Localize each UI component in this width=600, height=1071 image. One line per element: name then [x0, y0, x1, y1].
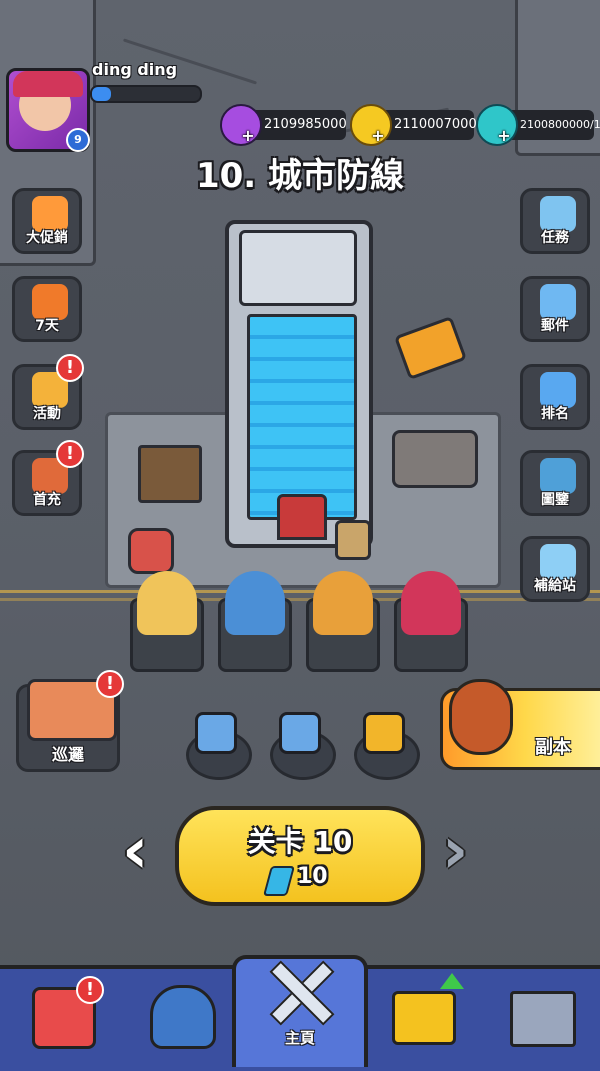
- barrel-icon: [335, 520, 371, 560]
- dungeon-hero-icon: [449, 679, 513, 755]
- defense-tower[interactable]: [225, 220, 373, 548]
- next-stage-arrow[interactable]: ›: [442, 819, 480, 883]
- patrol-label: 巡邏: [51, 745, 84, 764]
- helmet-icon: [150, 985, 216, 1049]
- gem-counter[interactable]: + 2109985000: [220, 104, 347, 146]
- upgrade-arrow-icon: [440, 973, 464, 989]
- avatar-hair: [13, 71, 83, 97]
- nav-home-label: 主頁: [284, 1029, 315, 1047]
- quest-label: 任務: [541, 230, 569, 246]
- event-label: 活動: [33, 406, 61, 422]
- energy-amount: 2100800000/100: [520, 118, 600, 131]
- blue-chest-icon[interactable]: [279, 712, 321, 754]
- hero-slot[interactable]: [394, 571, 468, 672]
- add-coins-icon[interactable]: +: [370, 128, 386, 144]
- patrol-alert-badge: !: [96, 670, 124, 698]
- dungeon-button[interactable]: 副本: [440, 679, 600, 770]
- dungeon-label: 副本: [535, 737, 571, 758]
- ranking-button[interactable]: 排名: [520, 364, 590, 430]
- player-name: ding ding: [92, 60, 178, 79]
- hero-robot: [225, 571, 285, 635]
- add-gems-icon[interactable]: +: [240, 128, 256, 144]
- tower-glass: [247, 314, 357, 520]
- stop-sign-icon: [128, 528, 174, 574]
- hero-slot[interactable]: [218, 571, 292, 672]
- mail-label: 郵件: [541, 318, 569, 334]
- start-stage-button[interactable]: 关卡 10 10: [175, 806, 425, 906]
- hero-engineer: [313, 571, 373, 635]
- xp-bar: [90, 85, 202, 103]
- seven-day-button[interactable]: 7天: [12, 276, 82, 342]
- road-line: [0, 598, 600, 601]
- rubble-pile: [392, 430, 478, 488]
- gold-chest-icon[interactable]: [363, 712, 405, 754]
- nav-castle-tab[interactable]: [480, 969, 600, 1071]
- castle-icon: [510, 991, 576, 1047]
- coin-amount: 2110007000: [394, 117, 477, 132]
- codex-button[interactable]: 圖鑒: [520, 450, 590, 516]
- ranking-label: 排名: [541, 406, 569, 422]
- hero-red-hair: [401, 571, 461, 635]
- sale-button[interactable]: 大促銷: [12, 188, 82, 254]
- stage-energy-cost: 10: [297, 864, 328, 889]
- wooden-crate: [138, 445, 202, 503]
- nav-home-tab[interactable]: 主頁: [240, 955, 360, 1057]
- event-alert-badge: !: [56, 354, 84, 382]
- previous-stage-arrow[interactable]: ‹: [122, 819, 160, 883]
- first-recharge-alert-badge: !: [56, 440, 84, 468]
- energy-counter[interactable]: + 2100800000/100: [476, 104, 600, 146]
- blue-chest-icon[interactable]: [195, 712, 237, 754]
- hero-slot[interactable]: [130, 571, 204, 672]
- coin-counter[interactable]: + 2110007000: [350, 104, 477, 146]
- first-recharge-label: 首充: [33, 492, 61, 508]
- stage-button-title: 关卡 10: [247, 825, 353, 858]
- nav-ranking-tab[interactable]: [360, 969, 480, 1071]
- stage-title: 10. 城市防線: [195, 156, 405, 196]
- tower-door: [277, 494, 327, 540]
- hero-goggles: [137, 571, 197, 635]
- supply-station-button[interactable]: 補給站: [520, 536, 590, 602]
- crown-icon: [392, 991, 456, 1045]
- hero-slot[interactable]: [306, 571, 380, 672]
- nav-gear-tab[interactable]: [120, 969, 240, 1071]
- add-energy-icon[interactable]: +: [496, 128, 512, 144]
- energy-bolt-icon: [262, 866, 296, 896]
- shop-alert-badge: !: [76, 976, 104, 1004]
- quest-button[interactable]: 任務: [520, 188, 590, 254]
- tower-top: [239, 230, 357, 306]
- crossed-swords-icon: [262, 955, 338, 1026]
- gem-amount: 2109985000: [264, 117, 347, 132]
- supply-station-label: 補給站: [534, 578, 576, 594]
- xp-bar-fill: [92, 87, 112, 101]
- seven-day-label: 7天: [35, 318, 59, 334]
- sale-label: 大促銷: [26, 230, 68, 246]
- road-line: [0, 590, 600, 593]
- mail-button[interactable]: 郵件: [520, 276, 590, 342]
- codex-label: 圖鑒: [541, 492, 569, 508]
